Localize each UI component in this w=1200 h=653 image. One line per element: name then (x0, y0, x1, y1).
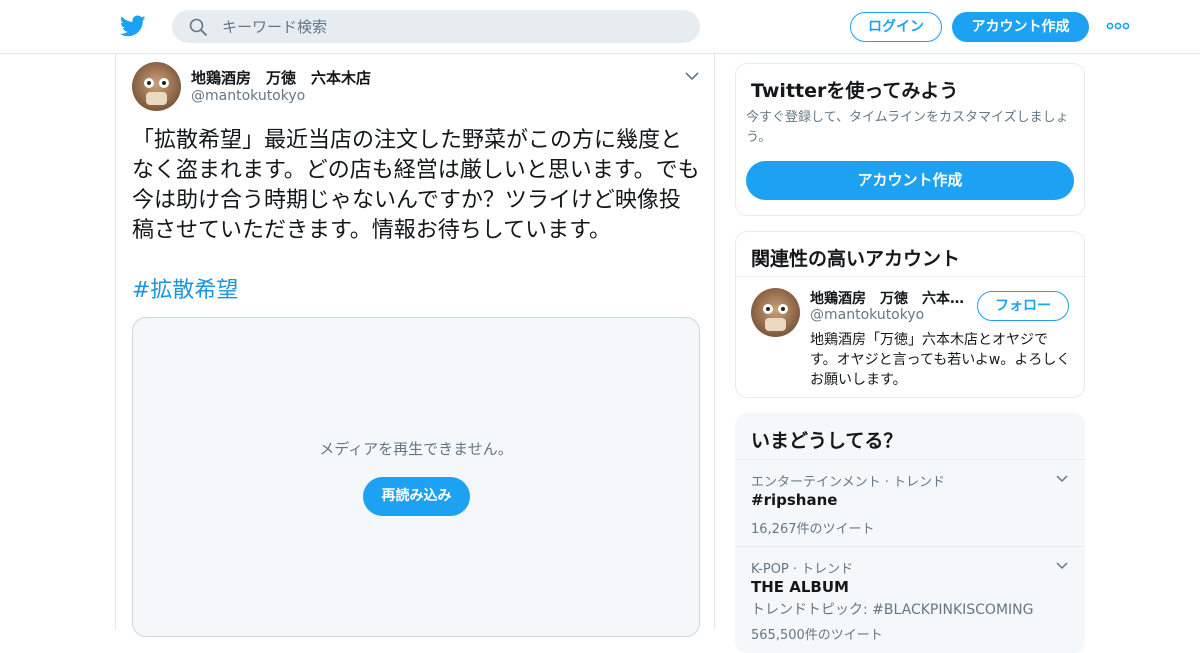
trend-name[interactable]: THE ALBUM (751, 578, 849, 596)
signup-button[interactable]: アカウント作成 (952, 12, 1089, 42)
video-player: メディアを再生できません。 再読み込み (132, 317, 700, 637)
avatar-eye (144, 78, 154, 88)
author-avatar[interactable] (132, 62, 181, 111)
top-navigation-bar: ログイン アカウント作成 (0, 0, 1200, 54)
avatar-belly (146, 92, 167, 105)
avatar-eye (763, 304, 773, 314)
search-icon (189, 18, 207, 36)
related-account-handle[interactable]: @mantokutokyo (810, 307, 924, 323)
related-accounts-title: 関連性の高いアカウント (751, 248, 961, 270)
trend-name[interactable]: #ripshane (751, 491, 837, 509)
avatar-eye (159, 78, 169, 88)
more-options-icon[interactable] (1106, 19, 1130, 33)
trend-subtitle: トレンドトピック: #BLACKPINKISCOMING (751, 602, 1034, 618)
related-account-bio: 地鶏酒房「万徳」六本木店とオヤジです。オヤジと言っても若いよw。よろしくお願いし… (810, 332, 1071, 388)
author-handle[interactable]: @mantokutokyo (191, 88, 305, 104)
divider (736, 459, 1084, 460)
twitter-bird-logo-icon[interactable] (120, 13, 146, 39)
trend-count: 16,267件のツイート (751, 522, 875, 537)
trend-count: 565,500件のツイート (751, 628, 883, 643)
trend-meta: K-POP · トレンド (751, 562, 854, 577)
follow-button[interactable]: フォロー (977, 291, 1069, 321)
chevron-down-icon[interactable] (1055, 561, 1069, 571)
reload-button[interactable]: 再読み込み (363, 477, 470, 516)
trends-title: いまどうしてる？ (751, 430, 903, 452)
signup-card-title: Twitterを使ってみよう (751, 80, 959, 102)
search-input[interactable] (222, 10, 682, 43)
hashtag-link[interactable]: #拡散希望 (132, 276, 238, 306)
related-accounts-card: 関連性の高いアカウント 地鶏酒房 万徳 六本木店 @mantokutokyo フ… (735, 231, 1085, 398)
related-account-name[interactable]: 地鶏酒房 万徳 六本木店 (810, 288, 968, 308)
related-account-avatar[interactable] (751, 288, 800, 337)
signup-card-button[interactable]: アカウント作成 (746, 161, 1074, 200)
avatar-eye (778, 304, 788, 314)
signup-card-description: 今すぐ登録して、タイムラインをカスタマイズしましょう。 (746, 110, 1069, 145)
chevron-down-icon[interactable] (684, 70, 700, 82)
divider (736, 276, 1084, 277)
login-button[interactable]: ログイン (850, 12, 942, 42)
avatar-belly (765, 318, 786, 331)
signup-card: Twitterを使ってみよう 今すぐ登録して、タイムラインをカスタマイズしましょ… (735, 63, 1085, 216)
author-name[interactable]: 地鶏酒房 万徳 六本木店 (191, 67, 371, 88)
search-bar (172, 10, 700, 43)
trend-meta: エンターテインメント · トレンド (751, 475, 946, 490)
trends-card: いまどうしてる？ エンターテインメント · トレンド #ripshane 16,… (735, 413, 1085, 653)
media-error-message: メディアを再生できません。 (319, 440, 513, 458)
tweet-detail: 地鶏酒房 万徳 六本木店 @mantokutokyo 「拡散希望」最近当店の注文… (115, 54, 715, 637)
chevron-down-icon[interactable] (1055, 474, 1069, 484)
tweet-text: 「拡散希望」最近当店の注文した野菜がこの方に幾度となく盗まれます。どの店も経営は… (132, 128, 700, 243)
divider (736, 546, 1084, 547)
